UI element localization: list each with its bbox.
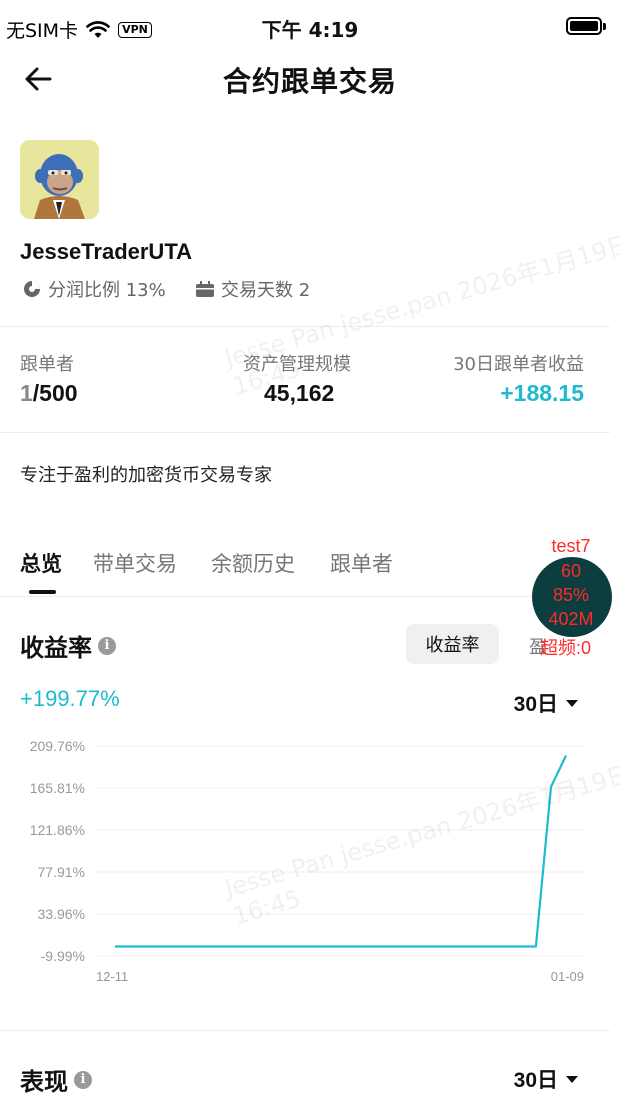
info-icon[interactable]: i <box>98 636 116 655</box>
tab-followers[interactable]: 跟单者 <box>330 548 393 578</box>
status-time: 下午 4:19 <box>261 18 359 42</box>
page-title: 合约跟单交易 <box>222 65 397 98</box>
trader-avatar[interactable] <box>20 140 99 219</box>
tab-lead-trades[interactable]: 带单交易 <box>93 548 177 578</box>
aum-value: 45,162 <box>264 380 335 406</box>
battery-icon <box>566 17 606 35</box>
followers-current: 1 <box>20 380 33 406</box>
performance-period-selector[interactable]: 30日 <box>514 1064 578 1094</box>
y-tick-label: -9.99% <box>41 948 85 964</box>
tab-balance-history[interactable]: 余额历史 <box>211 548 295 578</box>
y-tick-label: 77.91% <box>38 864 85 880</box>
roi-period-selector[interactable]: 30日 <box>514 688 578 718</box>
trading-days: 交易天数 2 <box>195 276 310 302</box>
y-tick-label: 209.76% <box>30 738 85 754</box>
aum-label: 资产管理规模 <box>243 354 351 375</box>
profit-share: 分润比例 13% <box>22 276 166 302</box>
followers-value: 1/500 <box>20 380 78 407</box>
y-tick-label: 33.96% <box>38 906 85 922</box>
trader-description: 专注于盈利的加密货币交易专家 <box>20 465 272 486</box>
tab-overview[interactable]: 总览 <box>20 548 62 578</box>
monitor-name: test7 <box>551 536 591 556</box>
performance-section-title: 表现 i <box>20 1062 92 1097</box>
trading-days-label: 交易天数 2 <box>221 280 311 301</box>
trader-name: JesseTraderUTA <box>20 239 193 264</box>
pie-chart-icon <box>24 281 40 297</box>
followers-label: 跟单者 <box>20 354 74 375</box>
info-icon[interactable]: i <box>74 1070 92 1089</box>
divider <box>0 596 610 597</box>
pnl-value: +188.15 <box>500 380 584 406</box>
performance-title-text: 表现 <box>20 1068 68 1096</box>
divider <box>0 1030 610 1031</box>
monitor-fps: 60 <box>560 561 582 581</box>
roi-title-text: 收益率 <box>20 634 92 662</box>
roi-toggle-button[interactable]: 收益率 <box>406 624 499 664</box>
roi-section-title: 收益率 i <box>20 628 116 663</box>
divider <box>0 326 610 327</box>
profit-share-label: 分润比例 13% <box>48 280 166 301</box>
x-tick-label: 12-11 <box>96 969 128 984</box>
divider <box>0 432 610 433</box>
roi-series-line <box>115 755 567 948</box>
roi-period-label: 30日 <box>513 693 558 716</box>
monitor-cpu: 85% <box>552 585 590 605</box>
x-tick-label: 01-09 <box>551 969 584 984</box>
pnl-label: 30日跟单者收益 <box>453 354 584 375</box>
caret-down-icon <box>566 699 578 707</box>
roi-chart: 209.76% 165.81% 121.86% 77.91% 33.96% -9.99% 1… <box>30 738 584 984</box>
status-bar: 无SIM卡 VPN 下午 4:19 <box>0 0 620 54</box>
y-tick-label: 165.81% <box>30 780 85 796</box>
calendar-icon <box>196 281 214 297</box>
y-tick-label: 121.86% <box>30 822 85 838</box>
monitor-overfreq: 超频:0 <box>540 638 592 658</box>
followers-max: /500 <box>32 380 78 406</box>
monitor-memory: 402M <box>548 609 594 629</box>
performance-period-label: 30日 <box>513 1069 558 1092</box>
caret-down-icon <box>566 1075 578 1083</box>
tab-active-indicator <box>29 590 56 594</box>
roi-value: +199.77% <box>20 686 120 711</box>
